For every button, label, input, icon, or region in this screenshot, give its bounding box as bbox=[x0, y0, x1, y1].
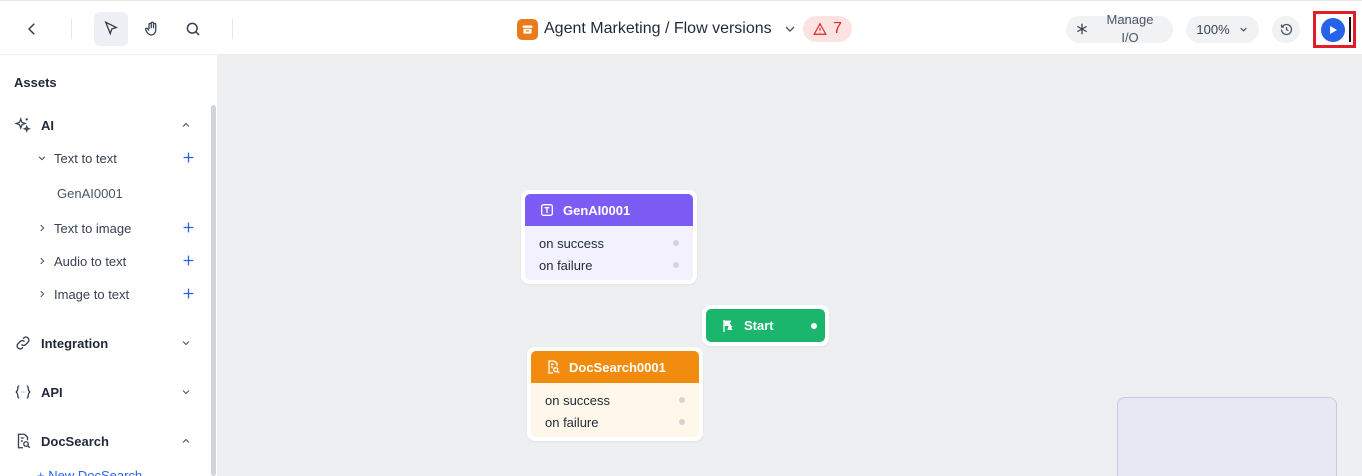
sidebar-section-integration[interactable]: Integration bbox=[14, 331, 194, 355]
manage-io-button[interactable]: Manage I/O bbox=[1066, 12, 1173, 45]
back-button[interactable] bbox=[15, 12, 49, 46]
sidebar-scrollbar[interactable] bbox=[211, 105, 216, 476]
port-on-success[interactable]: on success bbox=[525, 232, 693, 254]
plus-icon[interactable] bbox=[182, 287, 195, 300]
port-handle[interactable] bbox=[811, 323, 817, 329]
section-label: API bbox=[41, 384, 63, 400]
warning-triangle-icon bbox=[813, 22, 827, 35]
chevron-down-icon bbox=[1239, 27, 1247, 32]
warnings-badge[interactable]: 7 bbox=[803, 16, 852, 42]
group-label: Text to text bbox=[54, 150, 117, 166]
chevron-up-icon bbox=[182, 122, 190, 127]
port-label: on success bbox=[539, 235, 605, 251]
play-icon bbox=[1330, 26, 1337, 34]
new-docsearch-link[interactable]: + New DocSearch bbox=[37, 468, 142, 476]
port-on-failure[interactable]: on failure bbox=[525, 254, 693, 276]
group-label: Text to image bbox=[54, 220, 132, 236]
chevron-up-icon bbox=[182, 438, 190, 443]
document-search-icon bbox=[548, 360, 560, 374]
sparkles-icon bbox=[14, 117, 31, 133]
search-icon bbox=[186, 22, 200, 36]
link-icon bbox=[16, 336, 30, 350]
node-header: GenAI0001 bbox=[525, 194, 693, 226]
toolbar-divider bbox=[71, 19, 72, 39]
chevron-right-icon bbox=[40, 290, 45, 298]
code-braces-icon bbox=[15, 385, 31, 399]
agent-app-icon bbox=[517, 18, 538, 40]
port-on-failure[interactable]: on failure bbox=[531, 411, 699, 433]
section-label: AI bbox=[41, 117, 54, 133]
pan-tool-button[interactable] bbox=[135, 12, 169, 46]
pointer-icon bbox=[104, 20, 119, 36]
port-label: on failure bbox=[545, 414, 599, 430]
flag-icon bbox=[723, 319, 733, 332]
flow-node-start[interactable]: Start bbox=[702, 305, 829, 346]
page-title: Agent Marketing / Flow versions bbox=[544, 20, 772, 37]
zoom-dropdown[interactable]: 100% bbox=[1186, 16, 1259, 43]
assets-sidebar: Assets AI Text to text GenAI0001 Text to… bbox=[0, 55, 217, 476]
sidebar-title: Assets bbox=[14, 75, 57, 90]
chevron-down-icon bbox=[182, 390, 190, 395]
node-body: on success on failure bbox=[525, 226, 693, 280]
flow-canvas[interactable]: GenAI0001 on success on failure Start Do… bbox=[217, 55, 1362, 476]
sidebar-group-audio-to-text[interactable]: Audio to text bbox=[37, 251, 197, 271]
sidebar-group-image-to-text[interactable]: Image to text bbox=[37, 284, 197, 304]
flow-node-genai[interactable]: GenAI0001 on success on failure bbox=[521, 190, 697, 284]
sidebar-item-genai0001[interactable]: GenAI0001 bbox=[57, 186, 123, 201]
warning-count: 7 bbox=[833, 20, 842, 37]
node-body: on success on failure bbox=[531, 383, 699, 437]
port-label: on success bbox=[545, 392, 611, 408]
flow-title[interactable]: Agent Marketing / Flow versions bbox=[517, 17, 798, 41]
sidebar-group-text-to-text[interactable]: Text to text bbox=[37, 148, 197, 168]
chevron-down-icon bbox=[182, 341, 190, 346]
search-tool-button[interactable] bbox=[176, 12, 210, 46]
manage-io-label: Manage I/O bbox=[1106, 12, 1154, 45]
plus-icon[interactable] bbox=[182, 254, 195, 267]
port-on-success[interactable]: on success bbox=[531, 389, 699, 411]
asterisk-icon bbox=[1077, 23, 1087, 35]
port-handle[interactable] bbox=[673, 240, 679, 246]
chevron-right-icon bbox=[40, 257, 45, 265]
group-label: Image to text bbox=[54, 286, 130, 302]
node-header: Start bbox=[706, 309, 825, 342]
group-label: Audio to text bbox=[54, 253, 127, 269]
node-title: GenAI0001 bbox=[563, 202, 631, 218]
port-handle[interactable] bbox=[679, 419, 685, 425]
chevron-down-icon bbox=[38, 156, 46, 161]
chevron-right-icon bbox=[40, 224, 45, 232]
port-handle[interactable] bbox=[673, 262, 679, 268]
run-button[interactable] bbox=[1321, 18, 1345, 42]
document-search-icon bbox=[17, 433, 31, 449]
node-title: Start bbox=[744, 318, 774, 333]
flow-node-docsearch[interactable]: DocSearch0001 on success on failure bbox=[527, 347, 703, 441]
port-label: on failure bbox=[539, 257, 593, 273]
sidebar-group-text-to-image[interactable]: Text to image bbox=[37, 218, 197, 238]
node-header: DocSearch0001 bbox=[531, 351, 699, 383]
node-title: DocSearch0001 bbox=[569, 359, 666, 375]
select-tool-button[interactable] bbox=[94, 12, 128, 46]
top-toolbar: Agent Marketing / Flow versions 7 Manage… bbox=[0, 0, 1362, 55]
hand-icon bbox=[144, 21, 157, 36]
text-box-icon bbox=[541, 204, 553, 216]
history-icon bbox=[1280, 23, 1292, 36]
sidebar-section-docsearch[interactable]: DocSearch bbox=[14, 429, 194, 453]
sidebar-section-ai[interactable]: AI bbox=[14, 113, 194, 137]
plus-icon[interactable] bbox=[182, 221, 195, 234]
canvas-minimap[interactable] bbox=[1117, 397, 1337, 476]
port-handle[interactable] bbox=[679, 397, 685, 403]
run-button-highlight bbox=[1313, 11, 1356, 48]
chevron-down-icon[interactable] bbox=[782, 21, 798, 37]
toolbar-divider bbox=[232, 19, 233, 39]
section-label: DocSearch bbox=[41, 433, 109, 449]
zoom-level: 100% bbox=[1196, 22, 1230, 37]
sidebar-section-api[interactable]: API bbox=[14, 380, 194, 404]
text-cursor bbox=[1349, 17, 1351, 42]
section-label: Integration bbox=[41, 335, 109, 351]
chevron-left-icon bbox=[27, 23, 35, 35]
plus-icon[interactable] bbox=[182, 151, 195, 164]
version-history-button[interactable] bbox=[1272, 16, 1300, 43]
